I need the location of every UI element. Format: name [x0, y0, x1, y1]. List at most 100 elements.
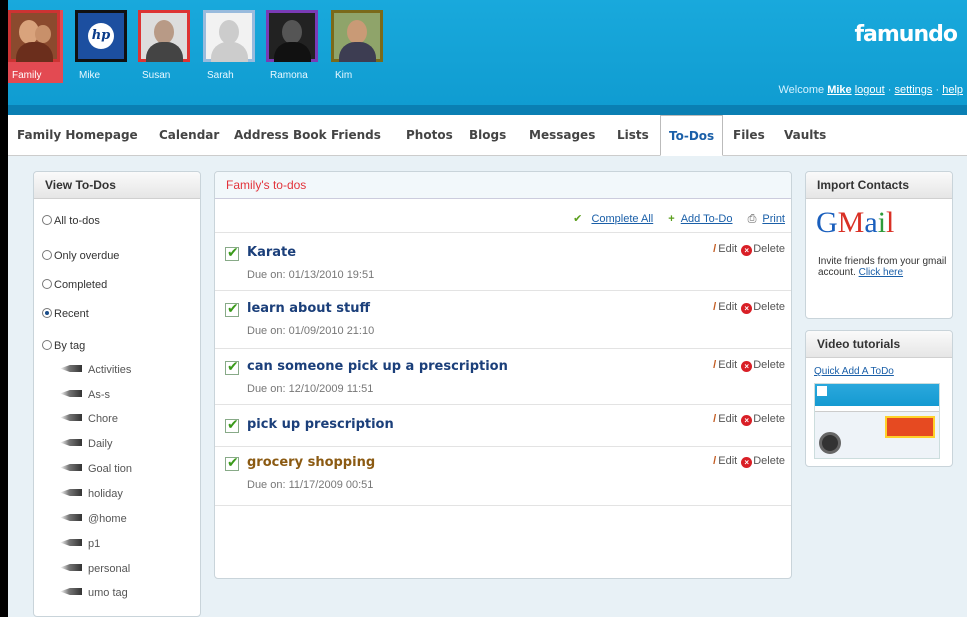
delete-link[interactable]: Delete [753, 243, 785, 255]
edit-link[interactable]: Edit [718, 301, 737, 313]
tab-messages[interactable]: Messages [529, 115, 595, 156]
todo-controls: / Edit × Delete [713, 243, 785, 256]
todo-controls: / Edit × Delete [713, 413, 785, 426]
member-name: Sarah [207, 70, 234, 81]
mike-photo: hp [75, 10, 127, 62]
tag-item[interactable]: p1 [60, 538, 100, 550]
tab-calendar[interactable]: Calendar [159, 115, 219, 156]
tag-item[interactable]: personal [60, 563, 130, 575]
todo-title[interactable]: grocery shopping [247, 455, 375, 470]
radio-icon[interactable] [42, 250, 52, 260]
todo-title[interactable]: can someone pick up a prescription [247, 359, 508, 374]
tab-files[interactable]: Files [733, 115, 765, 156]
tab-lists[interactable]: Lists [617, 115, 649, 156]
gmail-logo[interactable]: GMail [816, 206, 894, 240]
todo-title[interactable]: Karate [247, 245, 296, 260]
tab-family-homepage[interactable]: Family Homepage [17, 115, 138, 156]
delete-link[interactable]: Delete [753, 413, 785, 425]
tag-item[interactable]: Chore [60, 413, 118, 425]
tag-item[interactable]: Goal tion [60, 463, 132, 475]
member-name: Susan [142, 70, 171, 81]
tag-item[interactable]: Daily [60, 438, 112, 450]
member-ramona[interactable]: Ramona [266, 10, 321, 81]
tag-item[interactable]: Activities [60, 364, 131, 376]
check-icon: ✔ [573, 213, 583, 225]
help-link[interactable]: help [942, 84, 963, 96]
tab-photos[interactable]: Photos [406, 115, 453, 156]
todo-item[interactable]: learn about stuff Due on: 01/09/2010 21:… [215, 290, 791, 348]
tab-address-book[interactable]: Address Book [234, 115, 327, 156]
filter-label: All to-dos [54, 215, 100, 227]
member-kim[interactable]: Kim [331, 10, 386, 81]
todo-actions: ✔ Complete All + Add To-Do ⎙ Print [561, 212, 785, 226]
filter-completed[interactable]: Completed [42, 279, 107, 291]
checkbox-checked-icon[interactable] [225, 416, 239, 433]
checkbox-checked-icon[interactable] [225, 300, 239, 317]
pencil-icon: / [713, 359, 717, 371]
complete-all-action[interactable]: ✔ Complete All [567, 213, 653, 225]
delete-icon: × [741, 245, 753, 256]
member-name: Family [12, 70, 42, 81]
sarah-avatar-placeholder [203, 10, 255, 62]
tab-todos[interactable]: To-Dos [660, 115, 724, 156]
radio-icon[interactable] [42, 279, 52, 289]
click-here-link[interactable]: Click here [859, 267, 903, 278]
pencil-icon: / [713, 455, 717, 467]
print-action[interactable]: ⎙ Print [742, 213, 785, 225]
radio-icon[interactable] [42, 215, 52, 225]
checkbox-checked-icon[interactable] [225, 454, 239, 471]
current-user-link[interactable]: Mike [827, 84, 851, 96]
thumb-nav [815, 406, 939, 412]
delete-link[interactable]: Delete [753, 301, 785, 313]
todo-item[interactable]: Karate Due on: 01/13/2010 19:51 /Edit ×De… [215, 232, 791, 290]
edit-link[interactable]: Edit [718, 359, 737, 371]
checkbox-checked-icon[interactable] [225, 358, 239, 375]
filter-label: By tag [54, 340, 86, 352]
edit-link[interactable]: Edit [718, 243, 737, 255]
radio-icon[interactable] [42, 340, 52, 350]
todo-title[interactable]: learn about stuff [247, 301, 370, 316]
video-tutorials-panel: Video tutorials Quick Add A ToDo [805, 330, 953, 467]
filter-overdue[interactable]: Only overdue [42, 250, 119, 262]
tag-label: p1 [88, 538, 101, 550]
filter-all[interactable]: All to-dos [42, 215, 100, 227]
member-mike[interactable]: hp Mike [75, 10, 130, 81]
quick-add-todo-link[interactable]: Quick Add A ToDo [814, 366, 894, 377]
main-nav: Family Homepage Calendar Address Book Fr… [8, 115, 967, 156]
member-name: Ramona [270, 70, 308, 81]
todo-controls: / Edit × Delete [713, 301, 785, 314]
todo-title[interactable]: pick up prescription [247, 417, 394, 432]
add-todo-action[interactable]: + Add To-Do [662, 213, 732, 225]
tag-item[interactable]: @home [60, 513, 127, 525]
tag-item[interactable]: As-s [60, 389, 110, 401]
tab-blogs[interactable]: Blogs [469, 115, 506, 156]
tab-friends[interactable]: Friends [331, 115, 381, 156]
member-family[interactable]: Family [8, 10, 63, 83]
filter-recent[interactable]: Recent [42, 308, 89, 320]
tag-label: umo tag [88, 587, 128, 599]
todo-controls: / Edit × Delete [713, 359, 785, 372]
member-susan[interactable]: Susan [138, 10, 193, 81]
delete-link[interactable]: Delete [753, 359, 785, 371]
settings-link[interactable]: settings [895, 84, 933, 96]
radio-checked-icon[interactable] [42, 308, 52, 318]
filter-label: Recent [54, 308, 89, 320]
logout-link[interactable]: logout [855, 84, 885, 96]
tab-vaults[interactable]: Vaults [784, 115, 826, 156]
todo-item[interactable]: pick up prescription /Edit ×Delete [215, 404, 791, 446]
checkbox-checked-icon[interactable] [225, 244, 239, 261]
todo-item[interactable]: grocery shopping Due on: 11/17/2009 00:5… [215, 446, 791, 506]
video-thumbnail[interactable] [814, 383, 940, 459]
famundo-logo[interactable]: famundo [854, 22, 958, 47]
tag-label: personal [88, 563, 131, 575]
todo-item[interactable]: can someone pick up a prescription Due o… [215, 348, 791, 404]
video-tutorials-title: Video tutorials [806, 331, 952, 358]
delete-link[interactable]: Delete [753, 455, 785, 467]
header-bar: Family hp Mike Susan Sarah Ramona Kim fa… [8, 0, 967, 115]
filter-by-tag[interactable]: By tag [42, 340, 85, 352]
tag-item[interactable]: umo tag [60, 587, 128, 599]
edit-link[interactable]: Edit [718, 413, 737, 425]
edit-link[interactable]: Edit [718, 455, 737, 467]
tag-item[interactable]: holiday [60, 488, 123, 500]
member-sarah[interactable]: Sarah [203, 10, 258, 81]
